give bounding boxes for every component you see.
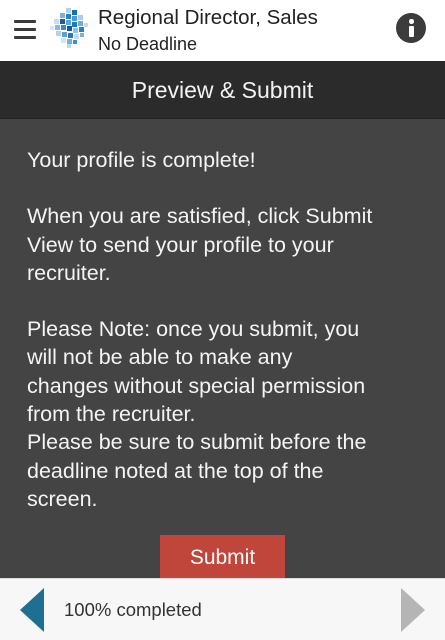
- menu-line: [14, 20, 36, 23]
- submit-button[interactable]: Submit: [160, 535, 285, 583]
- info-dot: [409, 19, 414, 24]
- content-line: screen.: [27, 486, 98, 511]
- bottom-nav-bar: 100% completed: [0, 578, 445, 640]
- instructions-text: Your profile is complete! When you are s…: [27, 146, 427, 513]
- content-line: changes without special permission: [27, 373, 366, 398]
- content-line: Please be sure to submit before the: [27, 430, 367, 455]
- content-line: Your profile is complete!: [27, 148, 256, 172]
- menu-line: [14, 28, 36, 31]
- info-stem: [409, 26, 414, 37]
- info-icon[interactable]: [396, 13, 426, 43]
- section-header: Preview & Submit: [0, 61, 445, 119]
- content-line: recruiter.: [27, 260, 111, 285]
- top-header: Regional Director, Sales No Deadline: [0, 0, 445, 61]
- page-title: Regional Director, Sales: [98, 6, 318, 29]
- mosaic-logo: [50, 8, 88, 48]
- content-line: View to send your profile to your: [27, 232, 334, 257]
- hamburger-menu-icon[interactable]: [14, 17, 38, 41]
- content-line: deadline noted at the top of the: [27, 458, 324, 483]
- content-line: Please Note: once you submit, you: [27, 317, 360, 342]
- progress-status: 100% completed: [64, 599, 202, 620]
- content-line: will not be able to make any: [27, 345, 293, 370]
- previous-arrow-icon[interactable]: [20, 588, 46, 632]
- content-line: When you are satisfied, click Submit: [27, 204, 373, 229]
- deadline-subtitle: No Deadline: [98, 34, 198, 54]
- next-arrow-icon[interactable]: [399, 588, 425, 632]
- section-title: Preview & Submit: [131, 77, 314, 103]
- app-screen: Regional Director, Sales No Deadline Pre…: [0, 0, 445, 640]
- menu-line: [14, 36, 36, 39]
- content-line: from the recruiter.: [27, 402, 196, 427]
